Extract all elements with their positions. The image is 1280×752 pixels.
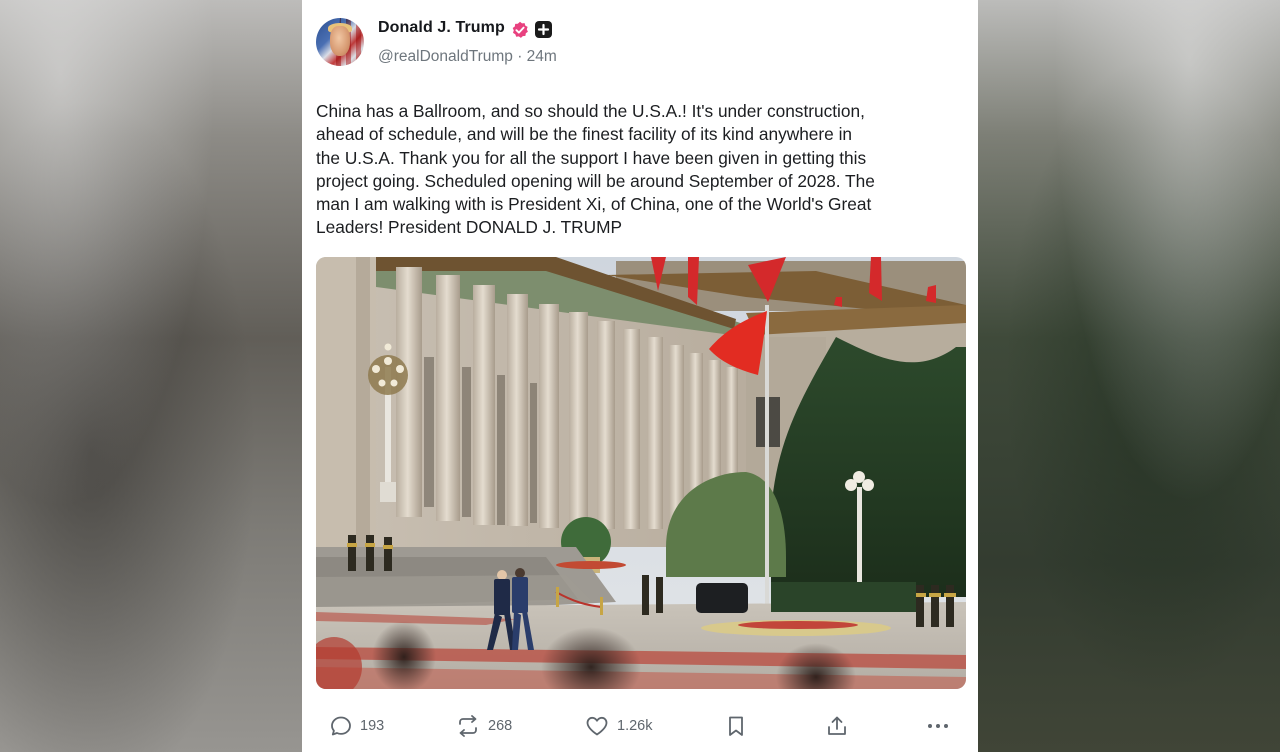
more-button[interactable]: [926, 712, 950, 740]
repost-icon: [459, 715, 477, 737]
reply-count: 193: [360, 718, 385, 734]
repost-count: 268: [488, 718, 513, 734]
reply-button[interactable]: 193: [329, 712, 384, 740]
repost-button[interactable]: 268: [455, 712, 512, 740]
background-left-blur: [0, 0, 302, 752]
column: [597, 321, 615, 529]
column: [647, 337, 663, 529]
action-bar: 193 268 1.26k: [302, 706, 978, 746]
column: [473, 285, 495, 525]
share-button[interactable]: [825, 712, 849, 740]
post-card: Donald J. Trump @realDonaldTrump · 24m C…: [302, 0, 978, 752]
like-count: 1.26k: [617, 718, 653, 734]
avatar[interactable]: [316, 18, 364, 66]
like-icon: [586, 716, 608, 736]
column: [396, 267, 422, 517]
column: [569, 312, 588, 528]
column: [507, 294, 528, 526]
plus-glyph-icon: [537, 23, 550, 36]
avatar-face: [330, 26, 350, 56]
share-icon: [828, 716, 846, 735]
background-right-blur: [978, 0, 1280, 752]
verified-badge-icon: [512, 21, 528, 38]
column: [436, 275, 460, 521]
column: [539, 304, 559, 528]
bookmark-icon: [729, 716, 743, 736]
post-photo[interactable]: [316, 257, 966, 689]
like-button[interactable]: 1.26k: [584, 712, 652, 740]
reply-icon: [331, 716, 351, 736]
plus-badge-icon: [535, 21, 552, 38]
bookmark-button[interactable]: [725, 712, 747, 740]
handle-and-time: @realDonaldTrump · 24m: [378, 48, 557, 65]
post-text: China has a Ballroom, and so should the …: [316, 101, 875, 238]
photo-scene: [316, 257, 966, 689]
author-name[interactable]: Donald J. Trump: [378, 19, 505, 37]
column: [623, 329, 640, 529]
more-icon: [928, 724, 948, 728]
